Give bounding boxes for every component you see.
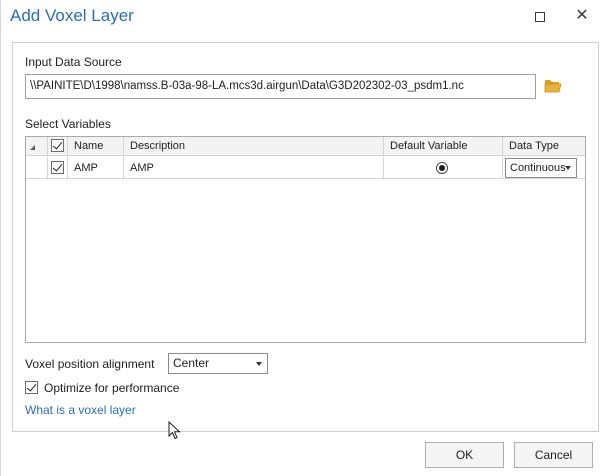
add-voxel-layer-dialog: Add Voxel Layer ✕ Input Data Source \\PA… [0,0,603,476]
row-default-variable-cell [384,157,503,179]
select-variables-label: Select Variables [25,117,111,131]
alignment-value: Center [173,356,210,370]
dialog-content: Input Data Source \\PAINITE\D\1998\namss… [12,42,599,432]
select-all-checkbox[interactable] [51,139,64,152]
expander-header-cell [26,137,48,156]
column-header-description[interactable]: Description [124,137,384,156]
close-icon: ✕ [575,7,589,24]
maximize-icon [535,11,545,22]
optimize-performance-checkbox[interactable] [25,381,38,394]
title-bar: Add Voxel Layer ✕ [1,0,603,34]
default-variable-radio[interactable] [436,162,448,174]
folder-open-icon [544,80,562,93]
cancel-button[interactable]: Cancel [514,442,593,468]
maximize-button[interactable] [528,5,552,27]
voxel-position-alignment-dropdown[interactable]: Center [168,353,268,374]
row-checkbox[interactable] [51,161,64,174]
column-header-default-variable[interactable]: Default Variable [384,137,503,156]
close-button[interactable]: ✕ [570,5,594,27]
browse-button[interactable] [542,76,564,96]
column-header-data-type[interactable]: Data Type [503,137,585,156]
input-data-source-field[interactable]: \\PAINITE\D\1998\namss.B-03a-98-LA.mcs3d… [25,74,536,99]
row-data-type-cell: Continuous [503,157,585,179]
data-type-value: Continuous [510,162,566,174]
voxel-position-alignment-label: Voxel position alignment [25,357,155,371]
select-all-header-cell [48,137,68,156]
ok-button[interactable]: OK [425,442,504,468]
chevron-down-icon [565,166,571,170]
table-header: Name Description Default Variable Data T… [26,137,585,156]
mouse-cursor-icon [168,421,181,440]
row-checkbox-cell [48,157,68,179]
column-header-name[interactable]: Name [68,137,124,156]
row-spacer-cell [26,157,48,179]
help-link[interactable]: What is a voxel layer [25,403,136,417]
data-type-dropdown[interactable]: Continuous [505,158,577,178]
variables-table: Name Description Default Variable Data T… [25,136,586,343]
row-description-cell[interactable]: AMP [124,157,384,179]
dialog-title: Add Voxel Layer [10,6,134,25]
collapse-arrow-icon[interactable] [30,145,35,150]
chevron-down-icon [256,362,262,366]
optimize-performance-label[interactable]: Optimize for performance [44,381,179,395]
input-data-source-label: Input Data Source [25,55,122,69]
table-row[interactable]: AMP AMP Continuous [26,157,585,179]
row-name-cell[interactable]: AMP [68,157,124,179]
